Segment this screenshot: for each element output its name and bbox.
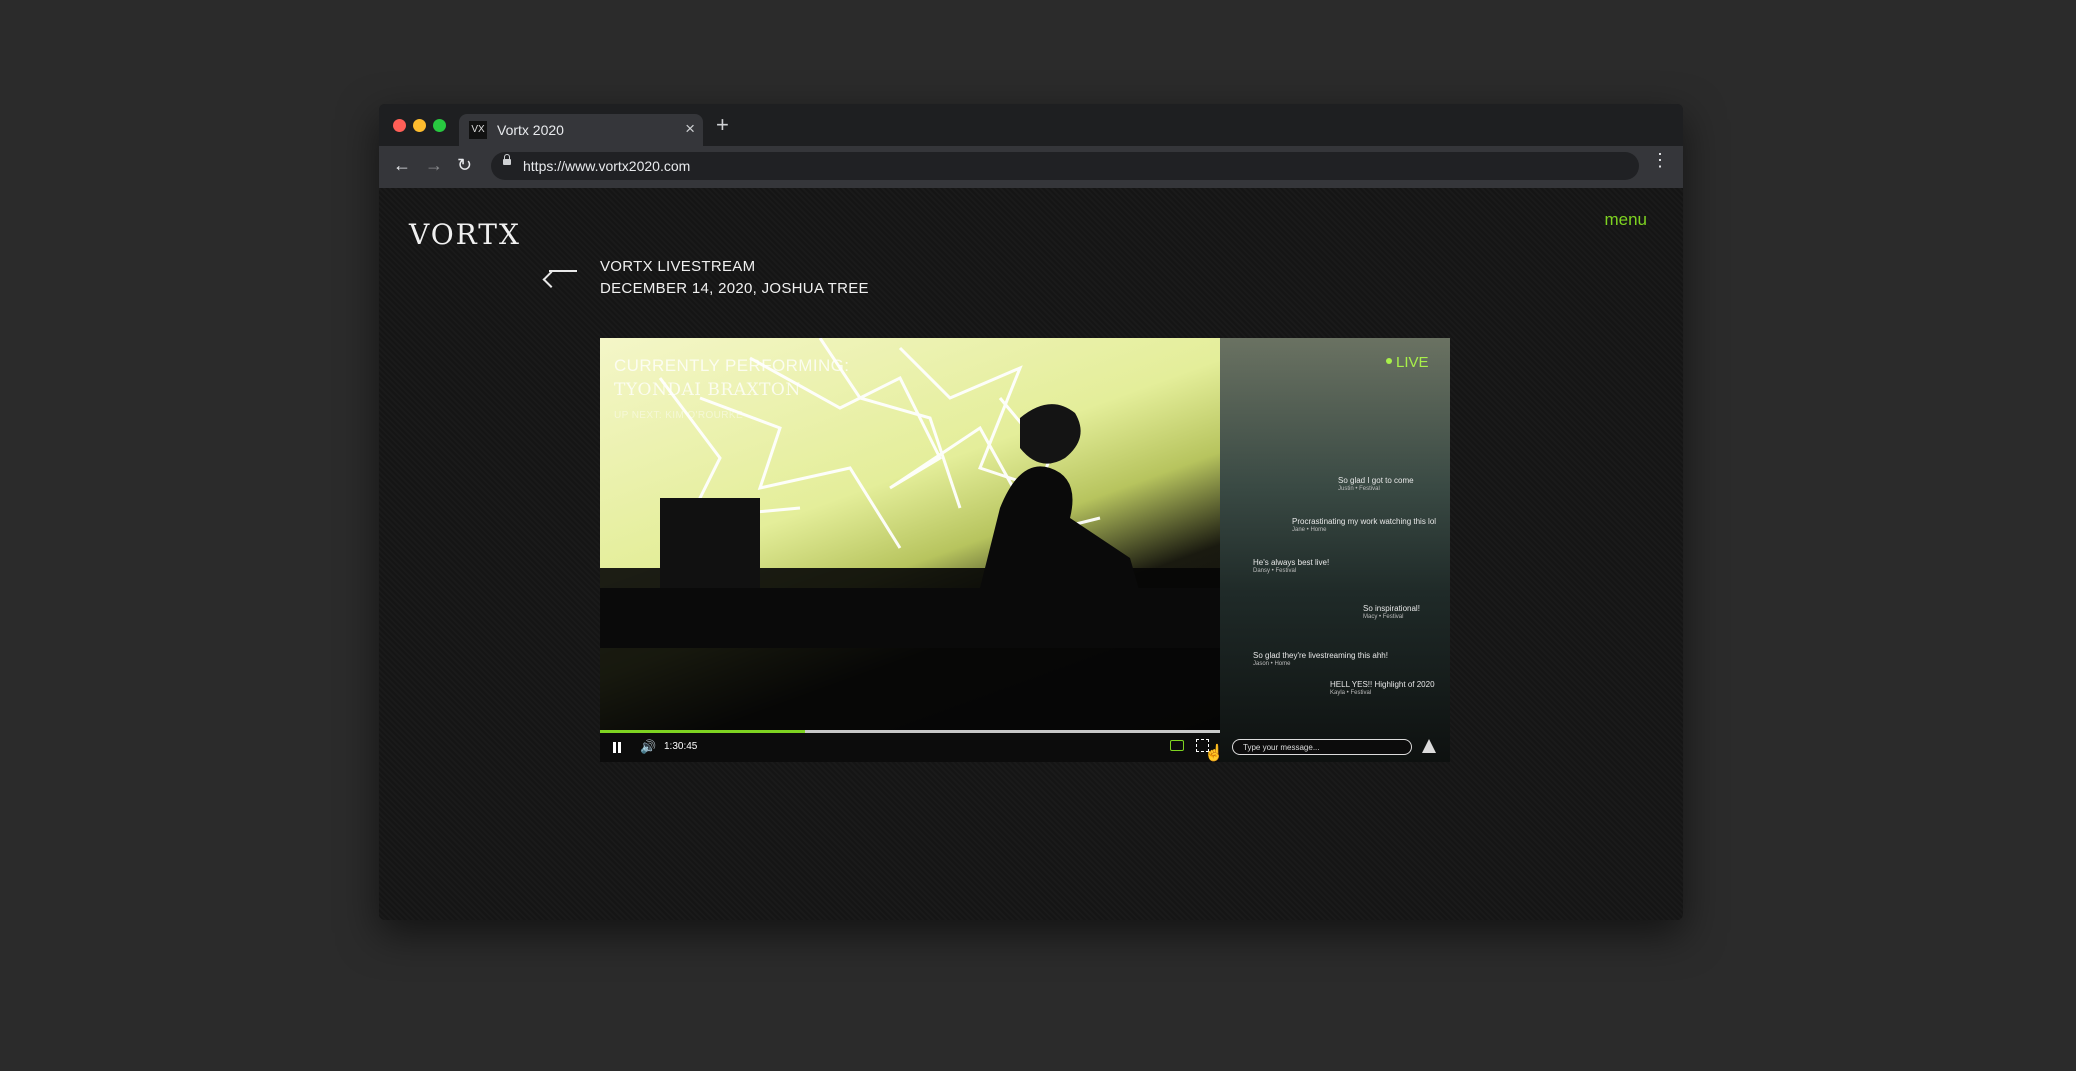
maximize-window-button[interactable]: [433, 119, 446, 132]
chat-message: He's always best live! Dansy • Festival: [1253, 558, 1329, 574]
live-dot-icon: [1386, 358, 1392, 364]
chat-toggle-icon[interactable]: [1170, 740, 1184, 751]
new-tab-icon[interactable]: +: [716, 112, 729, 138]
url-text: https://www.vortx2020.com: [523, 158, 691, 174]
vortx-favicon-icon: VX: [469, 121, 487, 139]
chat-panel: [1220, 338, 1450, 762]
browser-window: VX Vortx 2020 × + ← → ↻ https://www.vort…: [379, 104, 1683, 920]
minimize-window-button[interactable]: [413, 119, 426, 132]
live-label: LIVE: [1396, 354, 1429, 371]
forward-icon[interactable]: →: [425, 155, 443, 176]
lock-icon: [503, 154, 511, 165]
reload-icon[interactable]: ↻: [457, 155, 472, 176]
browser-menu-icon[interactable]: ⋮: [1651, 151, 1669, 169]
performer-name: TYONDAI BRAXTON: [614, 380, 801, 400]
video-frame[interactable]: CURRENTLY PERFORMING: TYONDAI BRAXTON UP…: [600, 338, 1220, 730]
chat-message-user: Dansy • Festival: [1253, 568, 1297, 574]
player-controls: 🔊 1:30:45 ☝: [600, 733, 1224, 762]
chat-message-user: Jason • Home: [1253, 661, 1291, 667]
address-bar: ← → ↻ https://www.vortx2020.com ⋮: [379, 146, 1683, 188]
chat-message-text: So glad I got to come: [1338, 476, 1414, 485]
chat-message-user: Jane • Home: [1292, 527, 1327, 533]
send-icon[interactable]: [1422, 739, 1436, 753]
chat-message-text: HELL YES!! Highlight of 2020: [1330, 680, 1435, 689]
video-player: CURRENTLY PERFORMING: TYONDAI BRAXTON UP…: [600, 338, 1450, 762]
tab-title: Vortx 2020: [497, 122, 564, 138]
chat-message-text: So glad they're livestreaming this ahh!: [1253, 651, 1388, 660]
volume-icon[interactable]: 🔊: [640, 739, 656, 755]
chat-message-user: Kayla • Festival: [1330, 690, 1372, 696]
chat-message: HELL YES!! Highlight of 2020 Kayla • Fes…: [1330, 680, 1435, 696]
chat-message-user: Justin • Festival: [1338, 486, 1380, 492]
url-field[interactable]: https://www.vortx2020.com: [491, 152, 1639, 180]
chat-message-text: He's always best live!: [1253, 558, 1330, 567]
browser-tab[interactable]: VX Vortx 2020 ×: [459, 114, 703, 146]
hand-cursor-icon: ☝: [1204, 745, 1224, 762]
close-window-button[interactable]: [393, 119, 406, 132]
chat-message-text: Procrastinating my work watching this lo…: [1292, 517, 1437, 526]
live-badge: LIVE: [1386, 354, 1429, 371]
chat-message: So inspirational! Macy • Festival: [1363, 604, 1420, 620]
chat-message: So glad I got to come Justin • Festival: [1338, 476, 1414, 492]
page-content: VORTX menu VORTX LIVESTREAM DECEMBER 14,…: [379, 188, 1683, 920]
up-next-label: UP NEXT: KIM O'ROURKE: [614, 410, 744, 421]
currently-performing-label: CURRENTLY PERFORMING:: [614, 356, 850, 375]
tab-bar: VX Vortx 2020 × +: [379, 104, 1683, 146]
event-title: VORTX LIVESTREAM: [600, 258, 756, 275]
pause-icon[interactable]: [612, 742, 622, 753]
chat-message: So glad they're livestreaming this ahh! …: [1253, 651, 1388, 667]
chat-message-text: So inspirational!: [1363, 604, 1420, 613]
close-tab-icon[interactable]: ×: [685, 119, 695, 139]
back-arrow-icon[interactable]: [549, 270, 577, 272]
menu-link[interactable]: menu: [1604, 210, 1647, 230]
chat-message: Procrastinating my work watching this lo…: [1292, 517, 1436, 533]
event-subtitle: DECEMBER 14, 2020, JOSHUA TREE: [600, 280, 869, 297]
chat-message-input[interactable]: [1232, 739, 1412, 755]
chat-message-user: Macy • Festival: [1363, 614, 1404, 620]
elapsed-time: 1:30:45: [664, 741, 698, 752]
back-icon[interactable]: ←: [393, 155, 411, 176]
vortx-logo[interactable]: VORTX: [409, 218, 521, 251]
